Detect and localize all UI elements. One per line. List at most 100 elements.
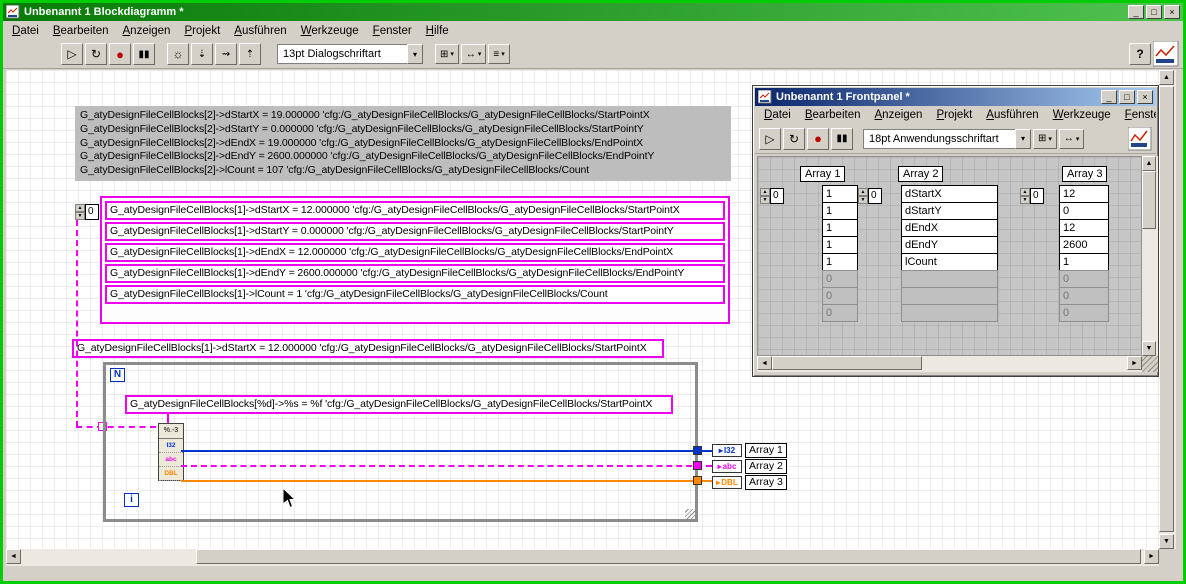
fp-pause-button[interactable]: ▮▮: [831, 127, 853, 150]
array-cell[interactable]: 1: [822, 253, 858, 271]
chevron-down-icon[interactable]: ▾: [1015, 128, 1031, 149]
pause-button[interactable]: ▮▮: [133, 43, 155, 65]
spin-down-icon[interactable]: ▼: [858, 196, 868, 204]
bd-menu-hilfe[interactable]: Hilfe: [419, 23, 456, 39]
array-cell[interactable]: 1: [822, 185, 858, 203]
spin-up-icon[interactable]: ▲: [1020, 188, 1030, 196]
fp-distribute-objects-dropdown[interactable]: ↔ ▾: [1058, 128, 1085, 149]
array2-label[interactable]: Array 2: [898, 166, 944, 182]
array-cell[interactable]: 1: [1059, 253, 1109, 271]
run-continuous-button[interactable]: ↻: [85, 43, 107, 65]
dbl-array-wire[interactable]: [181, 480, 712, 482]
array1-index-value[interactable]: 0: [770, 188, 784, 204]
spin-up-icon[interactable]: ▲: [75, 204, 85, 212]
scroll-down-icon[interactable]: ▼: [1142, 341, 1156, 356]
help-button[interactable]: ?: [1129, 43, 1151, 65]
fp-run-continuous-button[interactable]: ↻: [783, 127, 805, 150]
array-cell[interactable]: 12: [1059, 219, 1109, 237]
fp-resize-grip[interactable]: [1142, 356, 1158, 372]
index-constant[interactable]: ▲ ▼ 0: [75, 204, 99, 220]
string-constant[interactable]: G_atyDesignFileCellBlocks[1]->dEndX = 12…: [105, 243, 725, 262]
fp-font-selector[interactable]: 18pt Anwendungsschriftart ▾: [863, 128, 1031, 149]
string-constant[interactable]: G_atyDesignFileCellBlocks[1]->dStartX = …: [105, 201, 725, 220]
array1-index-control[interactable]: ▲ ▼ 0: [760, 188, 784, 204]
fp-menu-datei[interactable]: Datei: [757, 107, 798, 123]
array-cell[interactable]: 1: [822, 219, 858, 237]
step-over-button[interactable]: ⇝: [215, 43, 237, 65]
array-cell[interactable]: 2600: [1059, 236, 1109, 254]
loop-output-tunnel-i32[interactable]: [693, 446, 702, 455]
scan-from-string-node[interactable]: %.-3 I32 abc DBL: [158, 423, 184, 481]
distribute-objects-dropdown[interactable]: ↔ ▾: [460, 44, 487, 64]
fp-vscroll-thumb[interactable]: [1142, 171, 1156, 229]
reorder-dropdown[interactable]: ≡ ▾: [488, 44, 510, 64]
step-into-button[interactable]: ⇣: [191, 43, 213, 65]
array-cell-dimmed[interactable]: [901, 304, 998, 322]
execution-highlight-button[interactable]: ☼: [167, 43, 189, 65]
fp-minimize-button[interactable]: _: [1101, 90, 1117, 104]
loop-output-tunnel-string[interactable]: [693, 461, 702, 470]
array3-index-value[interactable]: 0: [1030, 188, 1044, 204]
scroll-left-icon[interactable]: ◄: [6, 549, 21, 564]
indicator-terminal-array3[interactable]: ▸ DBL: [712, 476, 742, 489]
indicator-label-array2[interactable]: Array 2: [745, 459, 787, 474]
bd-vertical-scrollbar[interactable]: ▲ ▼: [1159, 70, 1176, 549]
array-cell[interactable]: dEndY: [901, 236, 998, 254]
spin-down-icon[interactable]: ▼: [75, 212, 85, 220]
fp-close-button[interactable]: ×: [1137, 90, 1153, 104]
spin-up-icon[interactable]: ▲: [760, 188, 770, 196]
loop-count-terminal[interactable]: N: [110, 368, 125, 382]
labview-vi-tile-icon[interactable]: [1128, 126, 1152, 151]
array-cell-dimmed[interactable]: 0: [1059, 270, 1109, 288]
string-constant-group[interactable]: G_atyDesignFileCellBlocks[1]->dStartX = …: [100, 196, 730, 324]
bd-menu-projekt[interactable]: Projekt: [177, 23, 227, 39]
array-cell[interactable]: dStartX: [901, 185, 998, 203]
abort-button[interactable]: ●: [109, 43, 131, 65]
loop-output-tunnel-dbl[interactable]: [693, 476, 702, 485]
array-cell-dimmed[interactable]: 0: [822, 304, 858, 322]
fp-menu-projekt[interactable]: Projekt: [929, 107, 979, 123]
array-cell-dimmed[interactable]: 0: [822, 287, 858, 305]
bd-menu-fenster[interactable]: Fenster: [366, 23, 419, 39]
bd-menu-werkzeuge[interactable]: Werkzeuge: [294, 23, 366, 39]
bd-menu-anzeigen[interactable]: Anzeigen: [116, 23, 178, 39]
fp-hscroll-thumb[interactable]: [772, 356, 922, 370]
index-constant-value[interactable]: 0: [85, 204, 99, 220]
bd-titlebar[interactable]: Unbenannt 1 Blockdiagramm * _ □ ×: [3, 3, 1183, 21]
fp-maximize-button[interactable]: □: [1119, 90, 1135, 104]
bd-menu-bearbeiten[interactable]: Bearbeiten: [46, 23, 116, 39]
string-constant[interactable]: G_atyDesignFileCellBlocks[1]->lCount = 1…: [105, 285, 725, 304]
scroll-right-icon[interactable]: ►: [1127, 356, 1142, 370]
bd-hscroll-thumb[interactable]: [196, 549, 1141, 564]
string-constant-single[interactable]: G_atyDesignFileCellBlocks[1]->dStartX = …: [72, 339, 664, 358]
string-constant[interactable]: G_atyDesignFileCellBlocks[1]->dStartY = …: [105, 222, 725, 241]
bd-menu-ausfuehren[interactable]: Ausführen: [227, 23, 293, 39]
scroll-up-icon[interactable]: ▲: [1142, 156, 1156, 171]
scroll-down-icon[interactable]: ▼: [1159, 534, 1174, 549]
array-cell[interactable]: 1: [822, 202, 858, 220]
indicator-terminal-array1[interactable]: ▸ I32: [712, 444, 742, 457]
step-out-button[interactable]: ⇡: [239, 43, 261, 65]
bd-close-button[interactable]: ×: [1164, 5, 1180, 19]
array-cell-dimmed[interactable]: 0: [1059, 287, 1109, 305]
chevron-down-icon[interactable]: ▾: [407, 44, 423, 64]
for-loop[interactable]: N G_atyDesignFileCellBlocks[%d]->%s = %f…: [103, 362, 698, 522]
fp-menu-werkzeuge[interactable]: Werkzeuge: [1046, 107, 1118, 123]
string-wire[interactable]: [167, 414, 169, 423]
fp-vertical-scrollbar[interactable]: ▲ ▼: [1142, 156, 1158, 356]
scroll-right-icon[interactable]: ►: [1144, 549, 1159, 564]
fp-align-objects-dropdown[interactable]: ⊞ ▾: [1033, 128, 1057, 149]
string-constant[interactable]: G_atyDesignFileCellBlocks[1]->dEndY = 26…: [105, 264, 725, 283]
array-cell[interactable]: 1: [822, 236, 858, 254]
bd-vscroll-thumb[interactable]: [1159, 86, 1174, 532]
array3-label[interactable]: Array 3: [1062, 166, 1108, 182]
format-string-constant[interactable]: G_atyDesignFileCellBlocks[%d]->%s = %f '…: [125, 395, 673, 414]
array-cell[interactable]: 12: [1059, 185, 1109, 203]
fp-horizontal-scrollbar[interactable]: ◄ ►: [757, 356, 1142, 372]
fp-panel[interactable]: Array 1 ▲ ▼ 0 1 1 1 1 1 0 0 0 Array 2 ▲ …: [757, 156, 1142, 356]
string-array-wire[interactable]: [181, 465, 712, 467]
align-objects-dropdown[interactable]: ⊞ ▾: [435, 44, 459, 64]
array1-label[interactable]: Array 1: [800, 166, 846, 182]
array-cell-dimmed[interactable]: 0: [822, 270, 858, 288]
fp-menu-anzeigen[interactable]: Anzeigen: [868, 107, 930, 123]
